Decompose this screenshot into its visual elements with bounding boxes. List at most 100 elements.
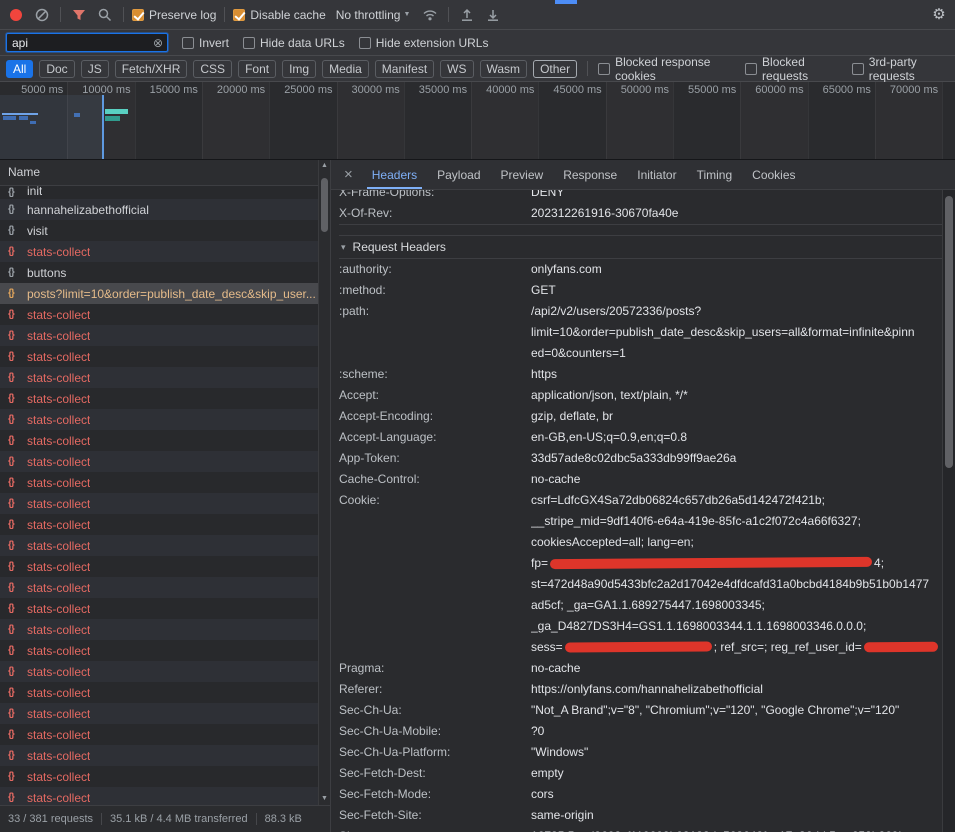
request-row[interactable]: {}stats-collect <box>0 745 330 766</box>
type-filter-all[interactable]: All <box>6 60 33 78</box>
hide-data-urls-checkbox[interactable]: Hide data URLs <box>243 36 345 50</box>
timeline-tick-label: 65000 ms <box>803 84 871 96</box>
request-row[interactable]: {}stats-collect <box>0 703 330 724</box>
header-value-line: GET <box>531 280 942 301</box>
tab-timing[interactable]: Timing <box>687 160 743 189</box>
header-value: "Windows" <box>531 742 942 763</box>
details-scrollbar[interactable] <box>942 190 955 832</box>
request-row[interactable]: {}stats-collect <box>0 241 330 262</box>
tab-cookies[interactable]: Cookies <box>742 160 805 189</box>
request-row[interactable]: {}stats-collect <box>0 577 330 598</box>
fetch-braces-icon: {} <box>8 603 21 614</box>
waterfall-bar <box>30 121 36 124</box>
header-row: Pragma:no-cache <box>339 658 942 679</box>
overview-timeline[interactable]: 5000 ms10000 ms15000 ms20000 ms25000 ms3… <box>0 82 955 160</box>
tab-response[interactable]: Response <box>553 160 627 189</box>
import-har-button[interactable] <box>457 5 477 25</box>
timeline-gridline <box>942 82 943 159</box>
throttling-select[interactable]: No throttling ▼ <box>332 8 415 22</box>
type-filter-wasm[interactable]: Wasm <box>480 60 528 78</box>
record-button[interactable] <box>6 5 26 25</box>
request-row[interactable]: {}stats-collect <box>0 346 330 367</box>
scrollbar-thumb[interactable] <box>945 196 953 468</box>
request-row[interactable]: {}stats-collect <box>0 619 330 640</box>
close-icon[interactable]: × <box>335 166 362 183</box>
status-transferred: 35.1 kB / 4.4 MB transferred <box>101 813 256 825</box>
header-value-text: ; ref_src=; reg_ref_user_id= <box>714 640 862 654</box>
toolbar-divider <box>224 7 225 22</box>
disable-cache-checkbox[interactable]: Disable cache <box>233 8 325 22</box>
request-row[interactable]: {}posts?limit=10&order=publish_date_desc… <box>0 283 330 304</box>
type-filter-font[interactable]: Font <box>238 60 276 78</box>
header-value-text: no-cache <box>531 661 580 675</box>
name-column-header[interactable]: Name <box>0 160 330 186</box>
type-filter-ws[interactable]: WS <box>440 60 473 78</box>
timeline-tick-label: 50000 ms <box>601 84 669 96</box>
request-row[interactable]: {}stats-collect <box>0 304 330 325</box>
type-filter-img[interactable]: Img <box>282 60 316 78</box>
request-row[interactable]: {}stats-collect <box>0 766 330 787</box>
fetch-braces-icon: {} <box>8 645 21 656</box>
request-list-scrollbar[interactable]: ▲ ▼ <box>318 160 330 805</box>
checkbox-blocked-requests[interactable]: Blocked requests <box>745 55 838 83</box>
settings-gear-icon[interactable]: ⚙ <box>929 5 949 25</box>
request-row[interactable]: {}stats-collect <box>0 682 330 703</box>
type-filter-js[interactable]: JS <box>81 60 109 78</box>
request-row[interactable]: {}stats-collect <box>0 472 330 493</box>
scroll-down-icon[interactable]: ▼ <box>319 793 330 805</box>
request-row[interactable]: {}stats-collect <box>0 325 330 346</box>
scrollbar-thumb[interactable] <box>321 178 328 232</box>
section-gap <box>339 225 942 235</box>
request-row[interactable]: {}init <box>0 186 330 199</box>
header-name: Accept-Language: <box>339 427 531 448</box>
request-row[interactable]: {}stats-collect <box>0 514 330 535</box>
request-row[interactable]: {}hannahelizabethofficial <box>0 199 330 220</box>
preserve-log-checkbox[interactable]: Preserve log <box>132 8 216 22</box>
filter-toggle-button[interactable] <box>69 5 89 25</box>
request-row[interactable]: {}stats-collect <box>0 661 330 682</box>
network-conditions-button[interactable] <box>420 5 440 25</box>
request-name: stats-collect <box>27 728 90 742</box>
request-row[interactable]: {}visit <box>0 220 330 241</box>
request-headers-section[interactable]: ▾ Request Headers <box>339 235 942 259</box>
header-value-line: csrf=LdfcGX4Sa72db06824c657db26a5d142472… <box>531 490 942 511</box>
request-row[interactable]: {}stats-collect <box>0 367 330 388</box>
type-filter-doc[interactable]: Doc <box>39 60 74 78</box>
request-row[interactable]: {}stats-collect <box>0 409 330 430</box>
checkbox-blocked-response-cookies[interactable]: Blocked response cookies <box>598 55 731 83</box>
request-row[interactable]: {}stats-collect <box>0 556 330 577</box>
type-filter-media[interactable]: Media <box>322 60 369 78</box>
scroll-up-icon[interactable]: ▲ <box>319 160 330 172</box>
tab-headers[interactable]: Headers <box>362 160 427 189</box>
request-row[interactable]: {}stats-collect <box>0 724 330 745</box>
header-row: X-Frame-Options:DENY <box>339 190 942 203</box>
timeline-tick-label: 70000 ms <box>870 84 938 96</box>
hide-extension-urls-checkbox[interactable]: Hide extension URLs <box>359 36 489 50</box>
tab-preview[interactable]: Preview <box>491 160 554 189</box>
tab-payload[interactable]: Payload <box>427 160 490 189</box>
clear-button[interactable] <box>32 5 52 25</box>
request-row[interactable]: {}stats-collect <box>0 787 330 805</box>
header-row: Sec-Ch-Ua:"Not_A Brand";v="8", "Chromium… <box>339 700 942 721</box>
request-row[interactable]: {}buttons <box>0 262 330 283</box>
request-row[interactable]: {}stats-collect <box>0 640 330 661</box>
status-bar: 33 / 381 requests 35.1 kB / 4.4 MB trans… <box>0 805 330 832</box>
export-har-button[interactable] <box>483 5 503 25</box>
request-row[interactable]: {}stats-collect <box>0 451 330 472</box>
request-row[interactable]: {}stats-collect <box>0 388 330 409</box>
request-row[interactable]: {}stats-collect <box>0 430 330 451</box>
type-filter-manifest[interactable]: Manifest <box>375 60 434 78</box>
search-button[interactable] <box>95 5 115 25</box>
clear-filter-icon[interactable]: ⊗ <box>153 36 167 50</box>
type-filter-fetch-xhr[interactable]: Fetch/XHR <box>115 60 188 78</box>
request-row[interactable]: {}stats-collect <box>0 535 330 556</box>
request-row[interactable]: {}stats-collect <box>0 598 330 619</box>
tab-initiator[interactable]: Initiator <box>627 160 686 189</box>
type-filter-other[interactable]: Other <box>533 60 577 78</box>
type-filter-css[interactable]: CSS <box>193 60 232 78</box>
filter-input[interactable] <box>7 36 153 50</box>
checkbox-3rd-party-requests[interactable]: 3rd-party requests <box>852 55 949 83</box>
request-row[interactable]: {}stats-collect <box>0 493 330 514</box>
invert-checkbox[interactable]: Invert <box>182 36 229 50</box>
header-name: Cookie: <box>339 490 531 658</box>
